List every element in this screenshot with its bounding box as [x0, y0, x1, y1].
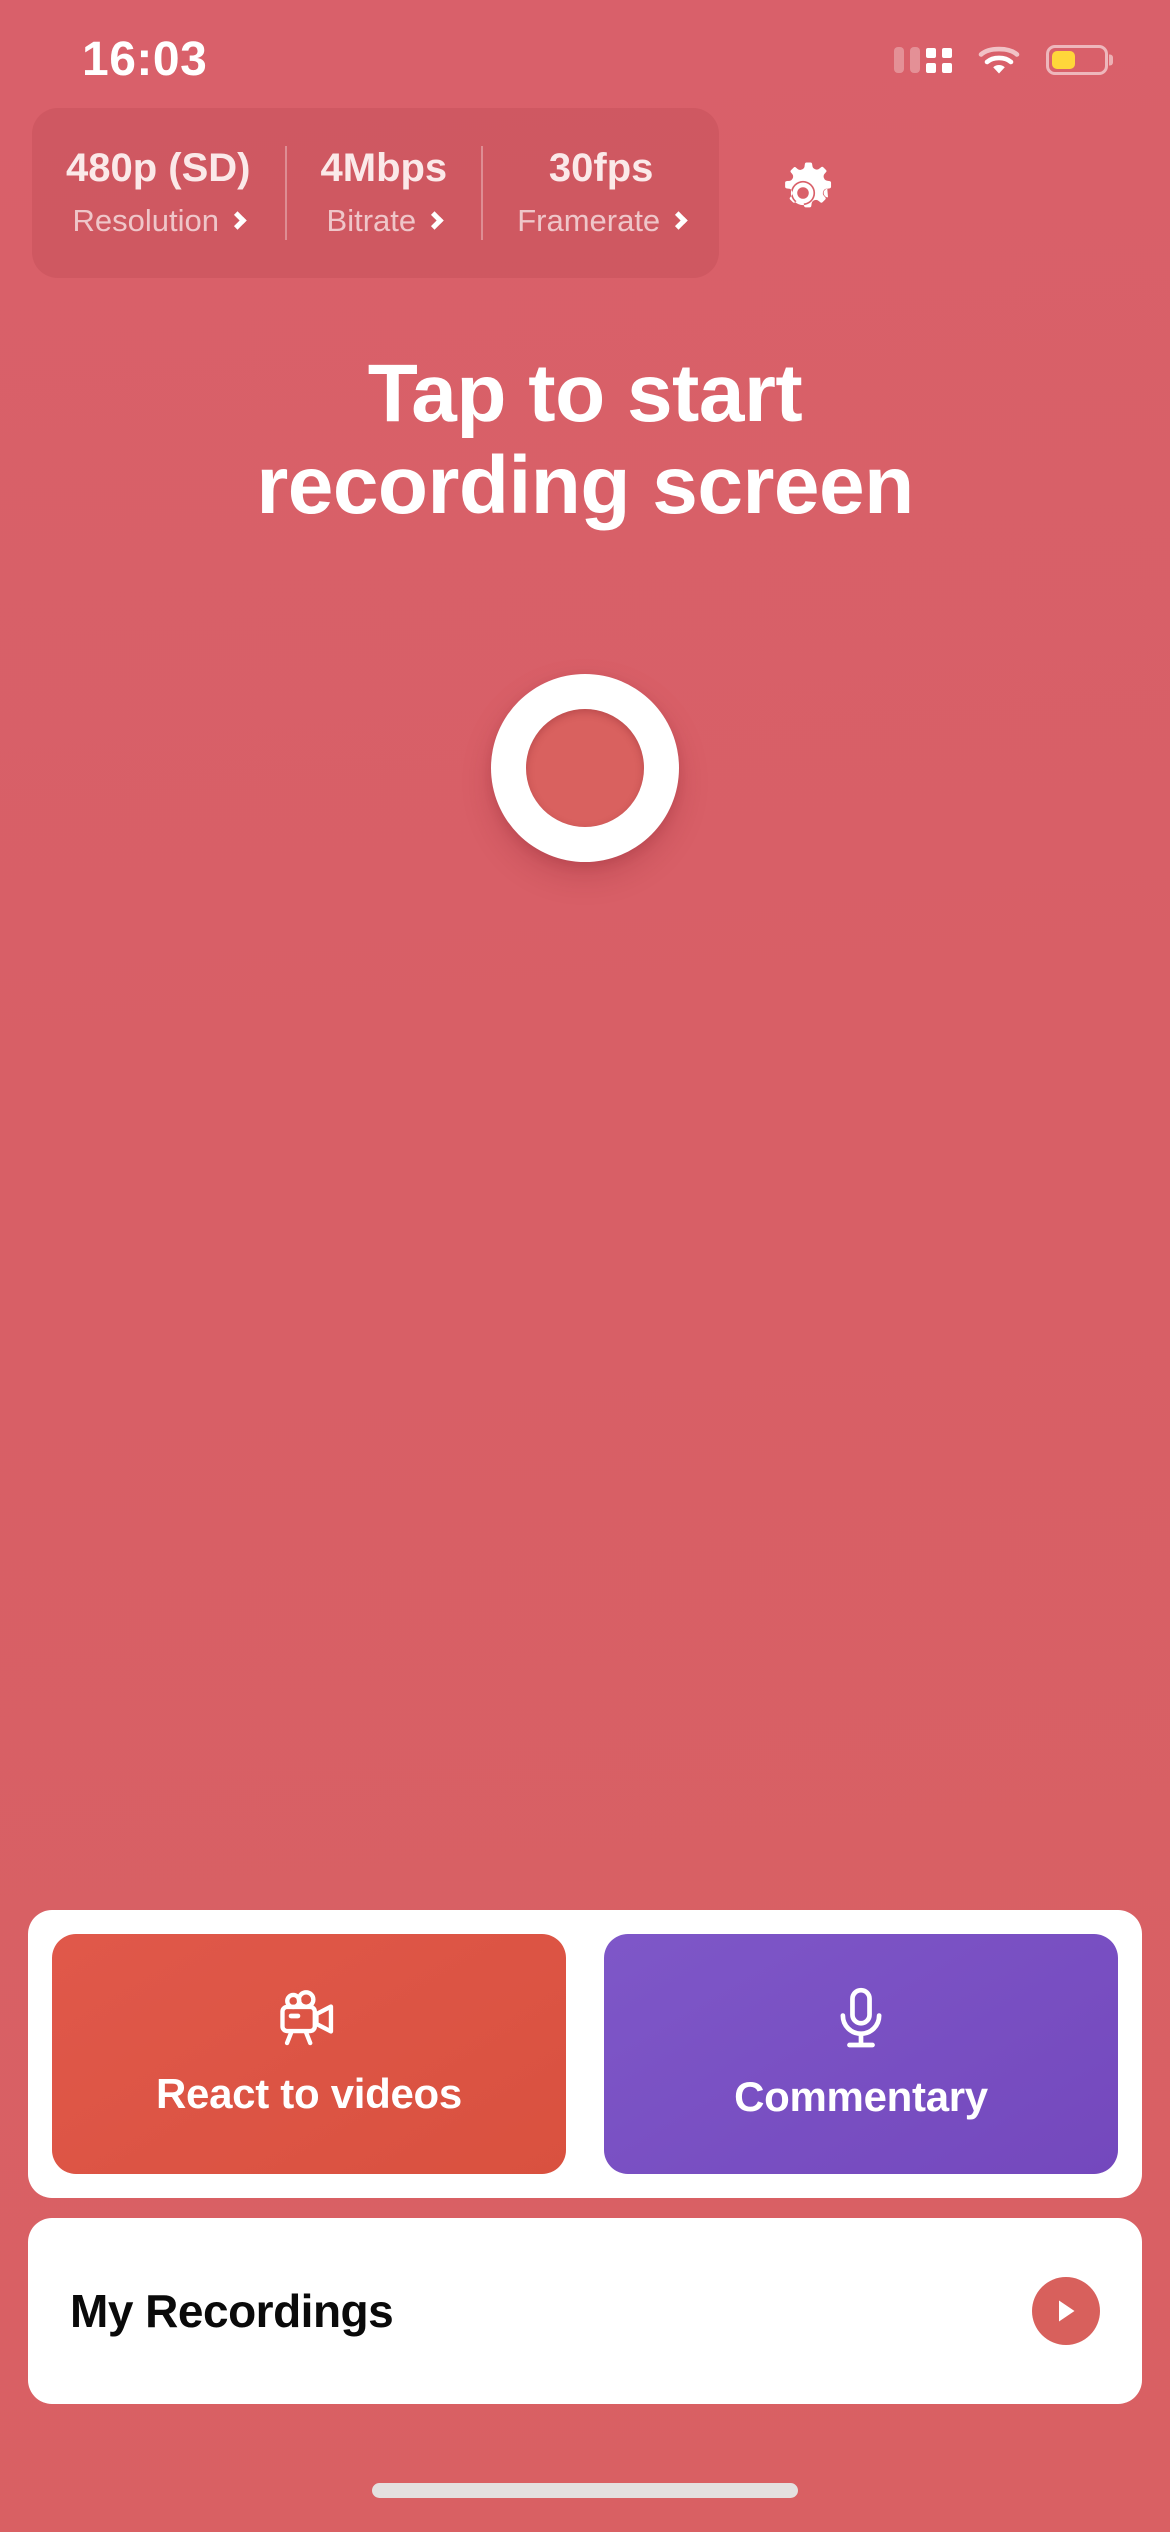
- actions-card: React to videos Commentary: [28, 1910, 1142, 2198]
- microphone-icon: [840, 1987, 882, 2048]
- framerate-label-row: Framerate: [517, 203, 688, 239]
- wifi-icon: [978, 44, 1020, 76]
- resolution-label-row: Resolution: [72, 203, 247, 239]
- setting-bitrate[interactable]: 4Mbps Bitrate: [287, 108, 482, 278]
- settings-bar: 480p (SD) Resolution 4Mbps Bitrate 30fps: [0, 108, 1170, 278]
- bottom-section: React to videos Commentary My Recordings: [0, 1910, 1170, 2404]
- framerate-label: Framerate: [517, 203, 661, 238]
- resolution-label: Resolution: [72, 203, 219, 238]
- gear-icon: [785, 162, 832, 208]
- record-button[interactable]: [491, 673, 679, 862]
- commentary-button[interactable]: Commentary: [604, 1934, 1118, 2174]
- status-indicators: [894, 44, 1108, 76]
- framerate-value: 30fps: [548, 146, 654, 190]
- settings-pill: 480p (SD) Resolution 4Mbps Bitrate 30fps: [32, 108, 720, 278]
- play-triangle-icon: [1059, 2300, 1075, 2322]
- play-circle-icon[interactable]: [1032, 2277, 1100, 2345]
- setting-resolution[interactable]: 480p (SD) Resolution: [32, 108, 285, 278]
- bitrate-label-row: Bitrate: [326, 203, 444, 239]
- bitrate-label: Bitrate: [326, 203, 417, 238]
- record-button-area: [0, 532, 1170, 1910]
- react-to-videos-button[interactable]: React to videos: [52, 1934, 566, 2174]
- my-recordings-row[interactable]: My Recordings: [28, 2218, 1142, 2404]
- bitrate-value: 4Mbps: [320, 146, 448, 190]
- status-bar: 16:03: [0, 0, 1170, 110]
- app-screen: 16:03 480p (SD) Resolution 4Mbps Bitrate…: [0, 0, 1170, 2532]
- record-circle-icon: [526, 708, 644, 827]
- battery-low-power-icon: [1046, 45, 1108, 75]
- chevron-right-icon: [669, 210, 688, 230]
- chevron-right-icon: [425, 210, 444, 230]
- battery-fill: [1052, 51, 1075, 69]
- commentary-label: Commentary: [734, 2073, 988, 2120]
- my-recordings-label: My Recordings: [70, 2285, 394, 2337]
- headline-line-1: Tap to start: [367, 348, 803, 439]
- react-to-videos-label: React to videos: [156, 2070, 462, 2117]
- resolution-value: 480p (SD): [66, 146, 251, 190]
- movie-camera-icon: [280, 1990, 334, 2046]
- cellular-signal-icon: [894, 46, 952, 73]
- home-indicator-bar: [372, 2483, 798, 2498]
- headline-line-2: recording screen: [256, 439, 914, 531]
- status-time: 16:03: [82, 33, 208, 86]
- page-title: Tap to start recording screen: [0, 348, 1170, 532]
- setting-framerate[interactable]: 30fps Framerate: [483, 108, 719, 278]
- chevron-right-icon: [228, 210, 247, 230]
- settings-gear-button[interactable]: [755, 145, 851, 241]
